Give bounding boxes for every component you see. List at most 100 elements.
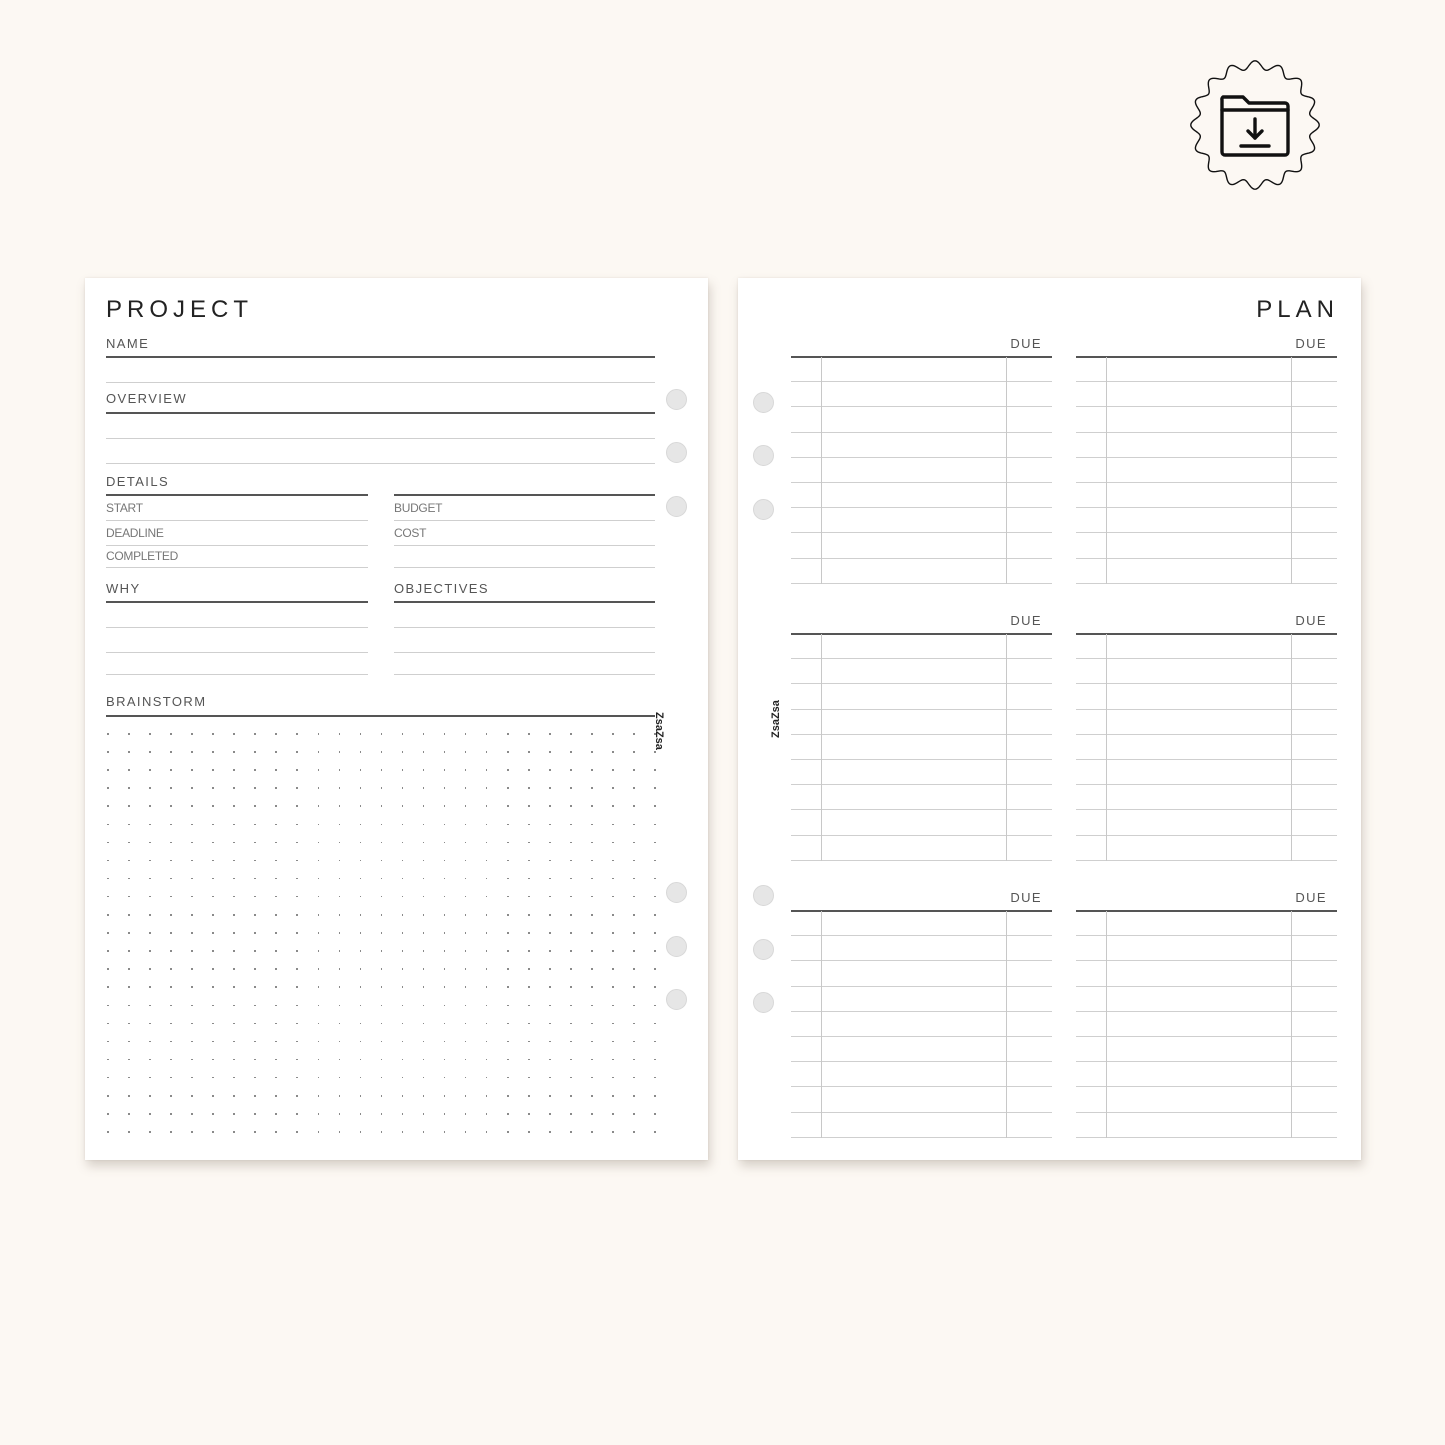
task-row-line[interactable] [1076,809,1337,811]
task-row-line[interactable] [791,557,1052,559]
start-line[interactable] [106,520,368,521]
due-label: DUE [1010,890,1042,905]
binder-hole [666,442,687,463]
task-row-line[interactable] [791,985,1052,987]
task-row-line[interactable] [1076,532,1337,534]
task-row-line[interactable] [791,784,1052,786]
overview-line[interactable] [106,438,655,439]
task-row-line[interactable] [791,834,1052,836]
task-row-line[interactable] [791,935,1052,937]
task-row-line[interactable] [791,708,1052,710]
why-rule [106,601,368,603]
task-row-line[interactable] [1076,960,1337,962]
why-line[interactable] [106,627,368,628]
grid-dot [464,823,467,826]
task-row-line[interactable] [1076,431,1337,433]
task-row-line[interactable] [791,1111,1052,1113]
task-row-line[interactable] [1076,935,1337,937]
task-row-line[interactable] [1076,1111,1337,1113]
grid-dot [401,733,404,735]
grid-dot [296,733,299,735]
task-row-line[interactable] [791,859,1052,861]
grid-dot [212,932,214,934]
task-row-line[interactable] [1076,658,1337,660]
task-row-line[interactable] [791,809,1052,811]
objectives-line[interactable] [394,627,655,628]
cost-line[interactable] [394,545,655,546]
grid-dot [591,1058,593,1061]
task-row-line[interactable] [791,658,1052,660]
task-row-line[interactable] [1076,733,1337,735]
task-row-line[interactable] [791,1010,1052,1012]
task-row-line[interactable] [791,1136,1052,1138]
grid-dot [170,877,172,880]
why-line[interactable] [106,674,368,675]
objectives-line[interactable] [394,652,655,653]
grid-dot [275,787,277,789]
task-row-line[interactable] [1076,683,1337,685]
task-row-line[interactable] [791,456,1052,458]
grid-dot [275,769,277,771]
task-row-line[interactable] [1076,708,1337,710]
grid-dot [317,1076,320,1079]
task-row-line[interactable] [791,482,1052,483]
overview-line[interactable] [106,463,655,464]
task-row-line[interactable] [1076,507,1337,509]
task-row-line[interactable] [1076,759,1337,760]
task-row-line[interactable] [791,532,1052,534]
grid-dot [591,769,593,771]
task-row-line[interactable] [1076,482,1337,483]
why-line[interactable] [106,652,368,653]
grid-dot [254,877,256,880]
grid-dot [380,1040,383,1043]
task-row-line[interactable] [1076,859,1337,861]
grid-dot [128,932,130,934]
task-row-line[interactable] [791,733,1052,735]
task-row-line[interactable] [791,1036,1052,1037]
task-row-line[interactable] [791,759,1052,760]
budget-line[interactable] [394,520,655,521]
grid-dot [275,1095,277,1097]
grid-dot [296,950,299,952]
task-row-line[interactable] [1076,1061,1337,1063]
grid-dot [612,1022,614,1025]
grid-dot [170,1113,172,1115]
task-row-line[interactable] [791,683,1052,685]
task-row-line[interactable] [791,381,1052,383]
grid-dot [233,823,235,826]
task-row-line[interactable] [791,1061,1052,1063]
grid-dot [633,950,635,952]
task-row-line[interactable] [1076,381,1337,383]
task-row-line[interactable] [791,960,1052,962]
task-row-line[interactable] [1076,582,1337,584]
grid-dot [549,823,551,826]
grid-dot [401,968,404,970]
download-badge[interactable] [1186,56,1324,194]
task-row-line[interactable] [791,1086,1052,1088]
task-row-line[interactable] [791,507,1052,509]
task-row-line[interactable] [1076,1086,1337,1088]
task-row-line[interactable] [791,406,1052,408]
task-row-line[interactable] [1076,985,1337,987]
task-row-line[interactable] [1076,456,1337,458]
objectives-line[interactable] [394,674,655,675]
task-row-line[interactable] [791,582,1052,584]
task-row-line[interactable] [1076,834,1337,836]
task-row-line[interactable] [1076,1010,1337,1012]
grid-dot [128,769,130,771]
grid-dot [149,932,151,934]
page-title: PLAN [1256,296,1339,323]
task-row-line[interactable] [1076,1136,1337,1138]
completed-line[interactable] [106,567,368,568]
blank-line[interactable] [394,567,655,568]
task-row-line[interactable] [1076,784,1337,786]
task-row-line[interactable] [1076,406,1337,408]
task-row-line[interactable] [1076,1036,1337,1037]
task-row-line[interactable] [1076,557,1337,559]
deadline-line[interactable] [106,545,368,546]
grid-dot [233,1040,235,1043]
name-line[interactable] [106,382,655,383]
grid-dot [422,1131,425,1133]
task-row-line[interactable] [791,431,1052,433]
grid-dot [401,787,404,789]
